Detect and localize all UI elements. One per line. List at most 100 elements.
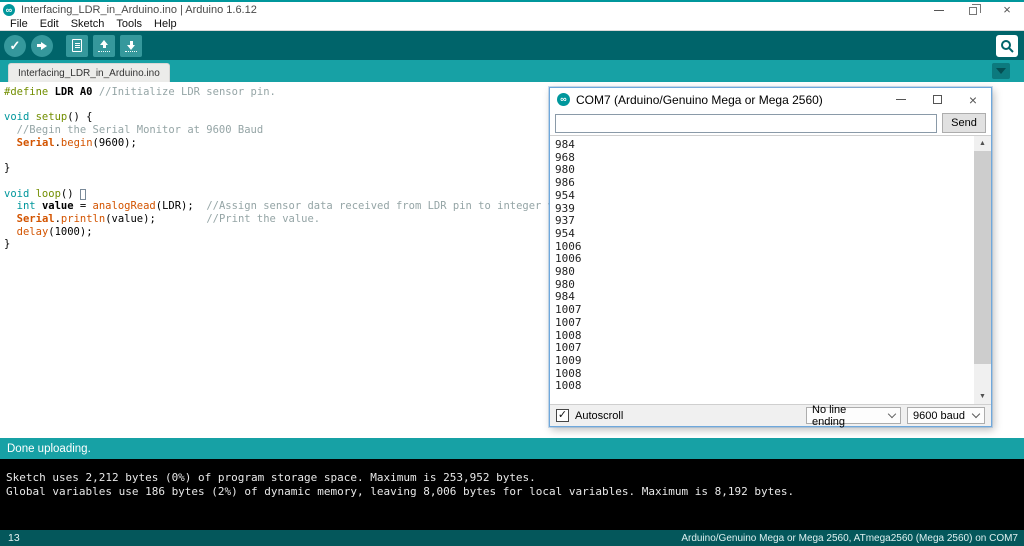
code-token: #define	[4, 86, 55, 98]
code-token	[4, 226, 17, 238]
build-console: Sketch uses 2,212 bytes (0%) of program …	[0, 459, 1024, 530]
baud-rate-dropdown[interactable]: 9600 baud	[907, 407, 985, 424]
upload-button[interactable]	[31, 35, 53, 57]
window-title: Interfacing_LDR_in_Arduino.ino | Arduino…	[21, 4, 257, 16]
serial-send-input[interactable]	[555, 114, 937, 133]
serial-value: 1009	[555, 355, 974, 368]
autoscroll-checkbox[interactable]: ✓	[556, 409, 569, 422]
serial-value: 984	[555, 139, 974, 152]
code-token: //Assign sensor data received from LDR p…	[206, 200, 579, 212]
menu-sketch[interactable]: Sketch	[66, 18, 110, 30]
serial-close-button[interactable]: ×	[955, 88, 991, 111]
send-label: Send	[951, 117, 977, 129]
serial-value: 984	[555, 291, 974, 304]
serial-minimize-button[interactable]	[883, 88, 919, 111]
serial-value: 1006	[555, 241, 974, 254]
menu-file[interactable]: File	[5, 18, 33, 30]
check-icon: ✓	[10, 35, 21, 57]
code-token: int	[17, 200, 36, 212]
menu-bar: FileEditSketchToolsHelp	[0, 18, 1024, 30]
line-ending-dropdown[interactable]: No line ending	[806, 407, 901, 424]
scroll-down-button[interactable]: ▼	[974, 389, 991, 404]
code-token: //Print the value.	[206, 213, 320, 225]
scrollbar-thumb[interactable]	[974, 151, 991, 364]
line-ending-value: No line ending	[812, 404, 881, 428]
serial-value: 1008	[555, 368, 974, 381]
code-token: //Initialize LDR sensor pin.	[99, 86, 276, 98]
chevron-down-icon	[888, 410, 896, 418]
autoscroll-label: Autoscroll	[575, 410, 623, 422]
code-token: (9600);	[93, 137, 137, 149]
serial-value: 980	[555, 164, 974, 177]
code-token: println	[61, 213, 105, 225]
minimize-button[interactable]	[922, 2, 956, 18]
serial-monitor-window: ∞ COM7 (Arduino/Genuino Mega or Mega 256…	[549, 87, 992, 427]
code-token: begin	[61, 137, 93, 149]
toolbar: ✓	[0, 30, 1024, 60]
window-controls: ×	[922, 2, 1024, 18]
tab-sketch[interactable]: Interfacing_LDR_in_Arduino.ino	[8, 63, 170, 82]
code-token: ()	[61, 188, 80, 200]
serial-value: 1008	[555, 380, 974, 393]
serial-bottom-bar: ✓ Autoscroll No line ending 9600 baud	[550, 405, 991, 426]
serial-title-bar: ∞ COM7 (Arduino/Genuino Mega or Mega 256…	[550, 88, 991, 111]
serial-output-wrap: 9849689809869549399379541006100698098098…	[550, 135, 991, 405]
new-sketch-button[interactable]	[66, 35, 88, 57]
code-token: void	[4, 188, 36, 200]
close-icon: ×	[969, 95, 977, 105]
restore-icon	[969, 7, 977, 15]
serial-value: 1006	[555, 253, 974, 266]
magnifier-icon	[1000, 39, 1014, 53]
serial-value: 954	[555, 190, 974, 203]
code-token: setup	[36, 111, 68, 123]
serial-scrollbar[interactable]: ▲ ▼	[974, 136, 991, 404]
serial-maximize-button[interactable]	[919, 88, 955, 111]
save-button[interactable]	[120, 35, 142, 57]
serial-window-controls: ×	[883, 88, 991, 111]
serial-output[interactable]: 9849689809869549399379541006100698098098…	[550, 136, 974, 404]
board-info: Arduino/Genuino Mega or Mega 2560, ATmeg…	[681, 533, 1024, 544]
serial-value: 980	[555, 266, 974, 279]
menu-help[interactable]: Help	[149, 18, 182, 30]
send-button[interactable]: Send	[942, 113, 986, 133]
code-token: delay	[17, 226, 49, 238]
menu-edit[interactable]: Edit	[35, 18, 64, 30]
status-strip: Done uploading.	[0, 438, 1024, 459]
verify-button[interactable]: ✓	[4, 35, 26, 57]
close-button[interactable]: ×	[990, 2, 1024, 18]
code-token: Serial	[17, 137, 55, 149]
serial-monitor-button[interactable]	[996, 35, 1018, 57]
open-button[interactable]	[93, 35, 115, 57]
serial-value: 1008	[555, 330, 974, 343]
tab-list-dropdown-button[interactable]	[992, 63, 1010, 79]
serial-value: 980	[555, 279, 974, 292]
minimize-icon	[896, 99, 906, 100]
right-arrow-icon	[37, 41, 48, 51]
scroll-up-button[interactable]: ▲	[974, 136, 991, 151]
code-token: LDR A0	[55, 86, 93, 98]
serial-window-title: COM7 (Arduino/Genuino Mega or Mega 2560)	[576, 93, 823, 107]
dotted-base-icon	[98, 51, 110, 52]
footer-bar: 13 Arduino/Genuino Mega or Mega 2560, AT…	[0, 530, 1024, 546]
minimize-icon	[934, 10, 944, 11]
code-token	[4, 200, 17, 212]
maximize-icon	[933, 95, 942, 104]
restore-button[interactable]	[956, 2, 990, 18]
document-icon	[72, 39, 82, 52]
serial-value: 1007	[555, 304, 974, 317]
code-token	[4, 137, 17, 149]
menu-tools[interactable]: Tools	[111, 18, 147, 30]
code-token: }	[4, 238, 10, 250]
arduino-logo-icon: ∞	[557, 93, 570, 106]
status-message: Done uploading.	[7, 443, 91, 455]
code-token: (1000);	[48, 226, 92, 238]
title-bar: ∞ Interfacing_LDR_in_Arduino.ino | Ardui…	[0, 2, 1024, 18]
cursor-line-number: 13	[0, 532, 20, 544]
code-token: (value);	[105, 213, 206, 225]
arduino-logo-icon: ∞	[3, 4, 15, 16]
code-token: loop	[36, 188, 61, 200]
down-arrow-icon	[126, 40, 137, 50]
code-token: Serial	[17, 213, 55, 225]
code-token: }	[4, 162, 10, 174]
console-line: Global variables use 186 bytes (2%) of d…	[6, 485, 1018, 499]
